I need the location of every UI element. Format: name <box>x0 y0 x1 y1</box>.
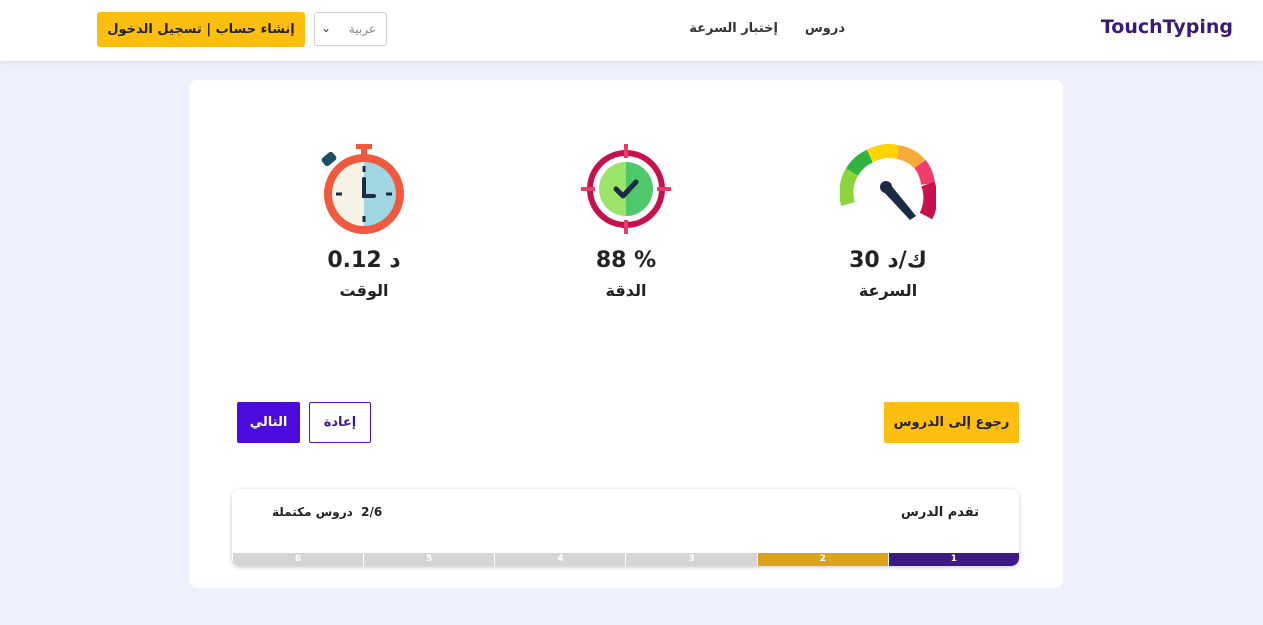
progress-count: 2/6 دروس مكتملة <box>272 505 382 519</box>
speedometer-icon <box>840 144 936 220</box>
next-button[interactable]: التالي <box>237 402 300 443</box>
time-label: الوقت <box>339 281 389 300</box>
language-select[interactable]: ⌄ عربية <box>314 12 387 46</box>
progress-segment-6: 6 <box>232 553 364 566</box>
speed-stat: 30 ك/د السرعة <box>798 144 978 300</box>
progress-count-label: دروس مكتملة <box>272 505 353 519</box>
language-select-value: عربية <box>348 22 376 36</box>
retry-button[interactable]: إعادة <box>309 402 371 443</box>
speed-label: السرعة <box>858 281 918 300</box>
time-value: 0.12 د <box>327 248 401 273</box>
time-stat: 0.12 د الوقت <box>274 144 454 300</box>
lesson-progress-panel: تقدم الدرس 2/6 دروس مكتملة 123456 <box>232 489 1019 566</box>
signup-login-button[interactable]: إنشاء حساب | تسجيل الدخول <box>97 12 305 47</box>
accuracy-label: الدقة <box>605 281 647 300</box>
back-to-lessons-button[interactable]: رجوع إلى الدروس <box>884 402 1019 443</box>
progress-segment-4: 4 <box>494 553 626 566</box>
chevron-down-icon: ⌄ <box>321 21 332 35</box>
progress-bar: 123456 <box>232 553 1019 566</box>
stopwatch-icon <box>321 144 404 234</box>
nav-lessons-link[interactable]: دروس <box>805 21 845 36</box>
results-card: 30 ك/د السرعة 88 % الدقة 0.12 د الوقت رج… <box>189 80 1063 588</box>
progress-segment-2: 2 <box>756 553 888 566</box>
progress-segment-1: 1 <box>887 553 1019 566</box>
progress-segment-5: 5 <box>363 553 495 566</box>
accuracy-stat: 88 % الدقة <box>536 144 716 300</box>
speed-value: 30 ك/د <box>849 248 927 273</box>
progress-title: تقدم الدرس <box>900 505 979 520</box>
progress-segment-3: 3 <box>625 553 757 566</box>
top-navbar: TouchTyping دروس إختبار السرعة ⌄ عربية إ… <box>0 0 1263 61</box>
logo[interactable]: TouchTyping <box>1101 16 1233 38</box>
target-check-icon <box>581 144 671 234</box>
accuracy-value: 88 % <box>595 248 657 273</box>
nav-speed-test-link[interactable]: إختبار السرعة <box>689 21 778 36</box>
progress-count-value: 2/6 <box>361 505 383 519</box>
